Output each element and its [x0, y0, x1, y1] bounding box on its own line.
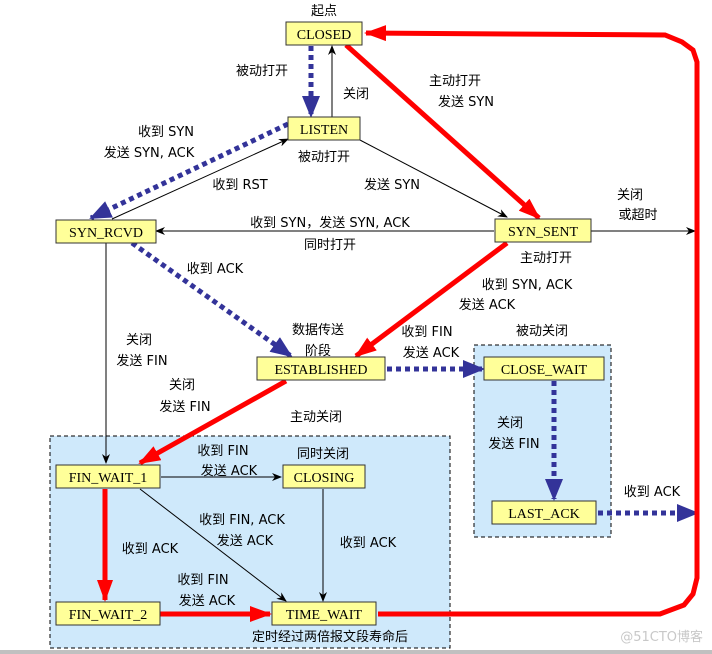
state-last-ack-label: LAST_ACK	[508, 507, 580, 522]
label-time-wait-sub: 定时经过两倍报文段寿命后	[252, 629, 408, 645]
label-listen-recv-syn-2: 发送 SYN, ACK	[104, 145, 195, 161]
label-listen-recv-syn-1: 收到 SYN	[138, 125, 194, 140]
label-data-transfer-2: 阶段	[305, 344, 331, 359]
state-closed[interactable]: CLOSED	[285, 21, 363, 46]
state-fin-wait-2-label: FIN_WAIT_2	[69, 608, 148, 623]
label-active-open-1: 主动打开	[429, 74, 481, 89]
label-recv-rst: 收到 RST	[212, 178, 267, 193]
state-fin-wait-1-label: FIN_WAIT_1	[69, 471, 148, 486]
state-syn-sent[interactable]: SYN_SENT	[494, 218, 592, 243]
state-fin-wait-1[interactable]: FIN_WAIT_1	[55, 464, 161, 489]
bottom-bar	[0, 650, 712, 654]
label-data-transfer-1: 数据传送	[292, 323, 344, 338]
state-closing-label: CLOSING	[294, 471, 355, 486]
label-close-wait-close-2: 发送 FIN	[488, 436, 539, 452]
watermark: @51CTO博客	[620, 629, 703, 645]
state-fin-wait-2[interactable]: FIN_WAIT_2	[55, 601, 161, 626]
label-est-close-2: 发送 FIN	[159, 399, 210, 415]
state-close-wait[interactable]: CLOSE_WAIT	[483, 356, 605, 381]
label-close-listen: 关闭	[343, 87, 369, 102]
edge-syn-rcvd-established	[130, 240, 293, 359]
state-listen[interactable]: LISTEN	[287, 116, 361, 141]
label-active-open-2: 发送 SYN	[438, 94, 494, 110]
label-fw1-recv-fin-ack-1: 收到 FIN, ACK	[199, 513, 285, 528]
label-simul-open-1: 收到 SYN，发送 SYN, ACK	[250, 215, 410, 231]
state-established-label: ESTABLISHED	[275, 363, 368, 378]
state-last-ack[interactable]: LAST_ACK	[491, 500, 597, 525]
label-est-recv-fin-1: 收到 FIN	[401, 325, 452, 340]
state-time-wait-label: TIME_WAIT	[286, 608, 363, 623]
label-syn-rcvd-close-1: 关闭	[126, 333, 152, 348]
label-fw2-recv-fin-1: 收到 FIN	[177, 573, 228, 588]
label-passive-open: 被动打开	[236, 64, 288, 79]
state-time-wait[interactable]: TIME_WAIT	[271, 601, 377, 626]
label-syn-sent-sub: 主动打开	[520, 251, 572, 266]
label-fw1-recv-fin-1: 收到 FIN	[197, 444, 248, 459]
label-active-close: 主动关闭	[290, 410, 342, 425]
label-listen-sub: 被动打开	[298, 150, 350, 165]
state-listen-label: LISTEN	[300, 123, 348, 138]
label-fw1-recv-fin-2: 发送 ACK	[201, 463, 258, 479]
label-recv-syn-ack-2: 发送 ACK	[459, 297, 516, 313]
state-syn-rcvd-label: SYN_RCVD	[69, 226, 143, 241]
state-established[interactable]: ESTABLISHED	[256, 356, 386, 381]
state-closing[interactable]: CLOSING	[282, 464, 366, 489]
label-close-timeout-1: 关闭	[617, 188, 643, 203]
state-closed-label: CLOSED	[297, 28, 351, 43]
tcp-state-diagram: CLOSED LISTEN SYN_RCVD SYN_SENT ESTABLIS…	[49, 4, 703, 649]
label-last-ack-recv-ack: 收到 ACK	[624, 485, 681, 500]
start-label: 起点	[311, 4, 337, 19]
label-syn-rcvd-recv-ack: 收到 ACK	[187, 262, 244, 277]
state-close-wait-label: CLOSE_WAIT	[501, 363, 588, 378]
label-recv-syn-ack-1: 收到 SYN, ACK	[482, 278, 573, 293]
label-fw1-recv-ack: 收到 ACK	[122, 542, 179, 557]
label-est-close-1: 关闭	[169, 378, 195, 393]
label-passive-close: 被动关闭	[516, 324, 568, 339]
label-simul-open-2: 同时打开	[304, 238, 356, 253]
label-listen-send-syn: 发送 SYN	[364, 177, 420, 193]
label-simul-close: 同时关闭	[297, 447, 349, 462]
state-syn-rcvd[interactable]: SYN_RCVD	[55, 219, 157, 244]
label-closing-recv-ack: 收到 ACK	[340, 536, 397, 551]
label-fw2-recv-fin-2: 发送 ACK	[179, 593, 236, 609]
label-fw1-recv-fin-ack-2: 发送 ACK	[217, 533, 274, 549]
state-syn-sent-label: SYN_SENT	[508, 225, 578, 240]
label-close-wait-close-1: 关闭	[497, 416, 523, 431]
label-syn-rcvd-close-2: 发送 FIN	[116, 353, 167, 369]
label-est-recv-fin-2: 发送 ACK	[403, 345, 460, 361]
label-close-timeout-2: 或超时	[618, 208, 657, 223]
